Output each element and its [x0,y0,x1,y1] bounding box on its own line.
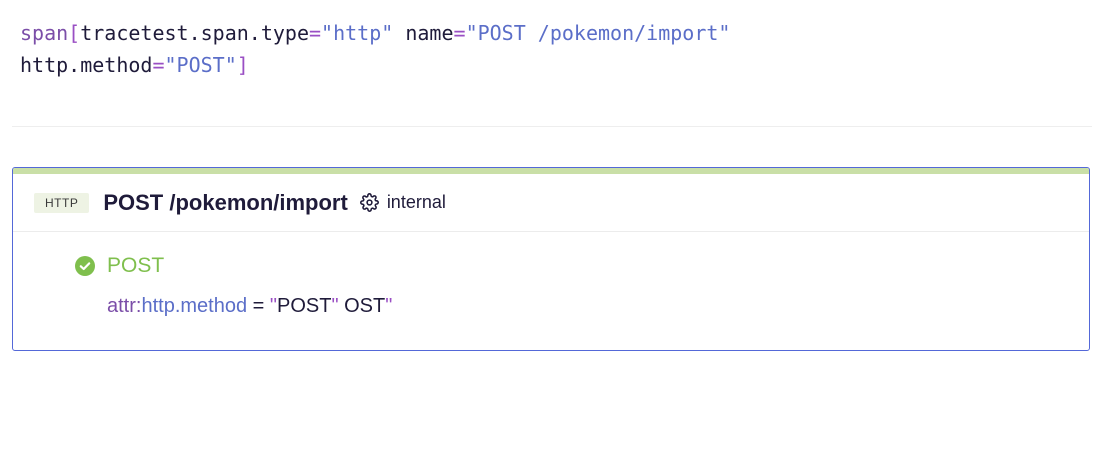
selector-close-bracket: ] [236,53,249,77]
span-kind-label: internal [386,192,446,212]
assertion-quote: " [269,295,277,317]
assertion-quote: " [385,295,393,317]
selector-value: "POST /pokemon/import" [465,21,731,45]
selector-operator: = [309,21,322,45]
span-card-body: POST attr:http.method = "POST" OST" [13,251,1089,321]
assertion-operator: = [252,295,265,317]
selector-keyword: span [20,21,69,45]
selector-attribute: name [405,21,454,45]
assertion-quote: " [331,295,339,317]
gear-icon [360,193,380,213]
span-card-header[interactable]: HTTP POST /pokemon/import internal [13,174,1089,232]
assertion-expected-value: POST [277,295,332,317]
selector-value: "POST" [164,53,237,77]
selector-value: "http" [321,21,394,45]
assertion-attr-key: http.method [141,295,248,317]
span-result-card[interactable]: HTTP POST /pokemon/import internal POST [12,167,1090,351]
section-divider [12,126,1092,127]
assertion-expression: attr:http.method = "POST" OST" [107,291,1089,321]
selector-open-bracket: [ [68,21,81,45]
assertion-attr-prefix: attr: [107,295,142,317]
selector-line-1: span[tracetest.span.type="http" name="PO… [20,17,1090,49]
selector-operator: = [152,53,165,77]
selector-line-2: http.method="POST"] [20,49,1090,81]
assertion-title: POST [107,254,165,277]
span-type-badge: HTTP [34,192,90,213]
assertion-actual-value: OST [344,295,386,317]
selector-attribute: http.method [20,53,153,77]
assertion-header[interactable]: POST [75,251,1089,281]
check-circle-icon [75,256,95,276]
selector-operator: = [453,21,466,45]
selector-attribute: tracetest.span.type [80,21,309,45]
span-selector-query[interactable]: span[tracetest.span.type="http" name="PO… [20,17,1090,81]
page: span[tracetest.span.type="http" name="PO… [0,0,1110,458]
span-name: POST /pokemon/import [103,189,348,215]
